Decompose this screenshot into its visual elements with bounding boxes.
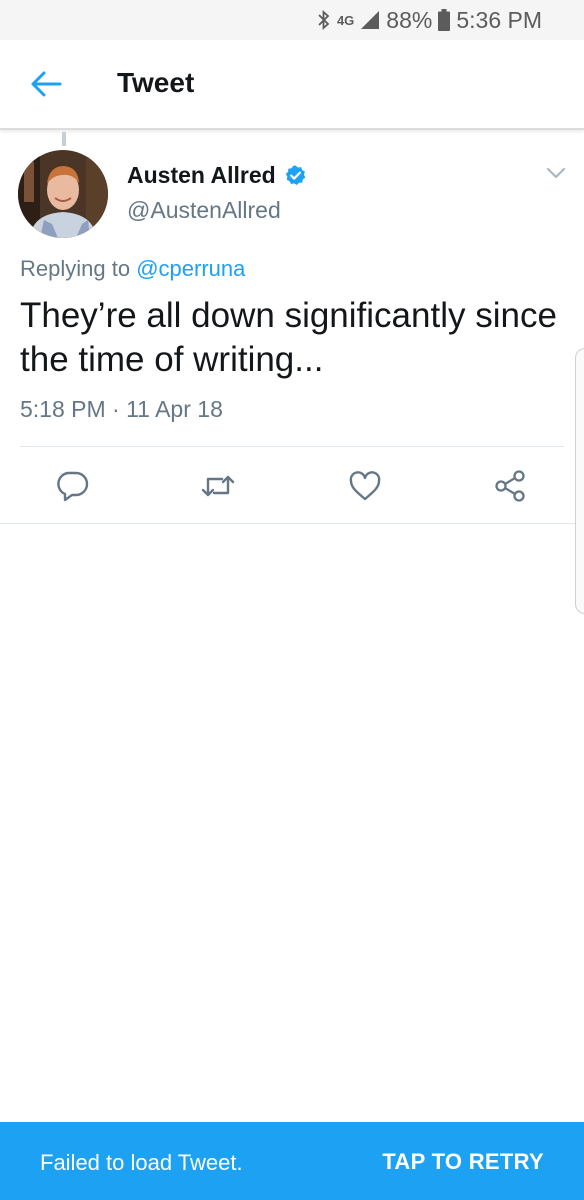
error-snackbar: Failed to load Tweet. TAP TO RETRY: [0, 1122, 584, 1200]
profile-photo: [18, 150, 108, 238]
app-bar: Tweet: [0, 40, 584, 130]
reply-button[interactable]: [54, 468, 90, 504]
share-button[interactable]: [492, 468, 528, 504]
status-bar: 4G 88% 5:36 PM: [0, 0, 584, 40]
tweet-text: They’re all down significantly since the…: [20, 296, 557, 379]
more-options-button[interactable]: [546, 166, 566, 180]
replying-to: Replying to @cperruna: [20, 256, 245, 282]
bluetooth-icon: [317, 10, 331, 30]
tweet-screen: 4G 88% 5:36 PM Tweet Austen Allred @Aust…: [0, 0, 584, 1200]
network-type-icon: 4G: [336, 12, 355, 28]
author-name-row[interactable]: Austen Allred: [127, 162, 307, 189]
retweet-button[interactable]: [200, 468, 236, 504]
tweet-timestamp: 5:18 PM · 11 Apr 18: [20, 396, 223, 422]
back-arrow-icon: [31, 71, 62, 97]
speech-bubble-icon: [57, 471, 89, 502]
page-title: Tweet: [117, 67, 195, 98]
battery-percent: 88%: [386, 6, 433, 33]
chevron-down-icon: [546, 167, 566, 179]
author-handle[interactable]: @AustenAllred: [127, 197, 281, 224]
edge-panel-handle[interactable]: [575, 348, 584, 614]
snackbar-message: Failed to load Tweet.: [40, 1150, 243, 1175]
back-button[interactable]: [30, 70, 62, 98]
status-time: 5:36 PM: [456, 6, 542, 33]
avatar[interactable]: [18, 150, 108, 238]
like-button[interactable]: [347, 468, 383, 504]
retweet-icon: [201, 475, 235, 497]
author-name: Austen Allred: [127, 162, 276, 188]
share-icon: [495, 470, 525, 502]
heart-icon: [349, 471, 381, 501]
replying-to-label: Replying to: [20, 256, 131, 281]
network-label: 4G: [336, 12, 355, 28]
thread-connector: [62, 132, 66, 146]
divider: [20, 446, 564, 447]
replying-to-handle-link[interactable]: @cperruna: [136, 256, 245, 281]
divider: [0, 523, 584, 524]
battery-icon: [438, 9, 451, 31]
verified-badge-icon: [284, 164, 307, 187]
retry-button[interactable]: TAP TO RETRY: [382, 1149, 544, 1175]
signal-icon: [360, 10, 380, 30]
